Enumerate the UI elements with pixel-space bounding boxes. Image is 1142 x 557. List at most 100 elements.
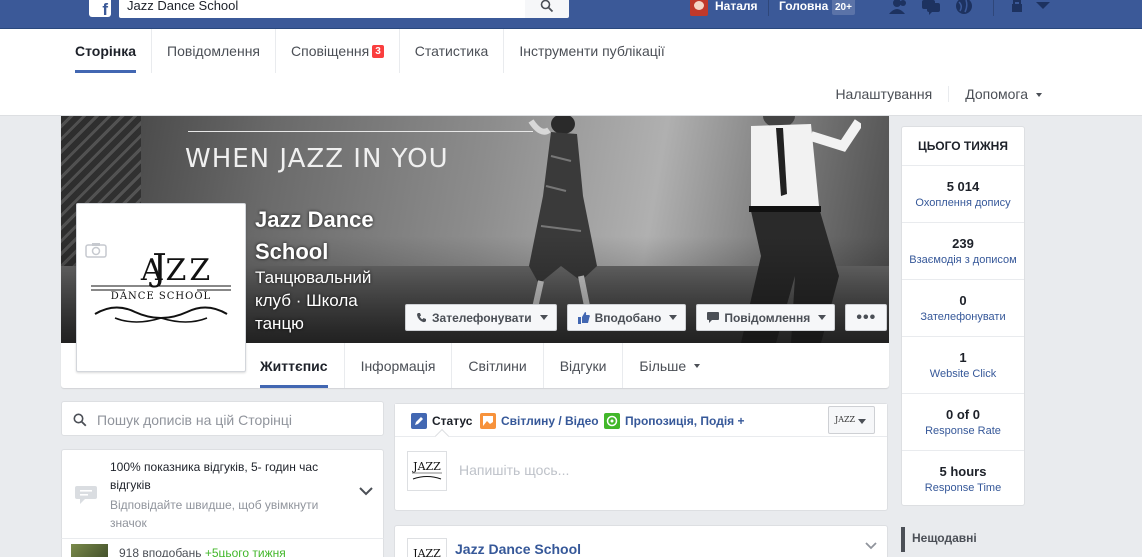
subtab-about[interactable]: Інформація xyxy=(345,343,453,388)
stat-post-engagement[interactable]: 239 Взаємодія з дописом xyxy=(902,223,1024,280)
search-placeholder: Пошук дописів на цій Сторінці xyxy=(97,412,293,428)
stat-response-time[interactable]: 5 hours Response Time xyxy=(902,451,1024,508)
tab-label: Повідомлення xyxy=(167,43,261,59)
offer-icon xyxy=(604,413,620,429)
search-icon xyxy=(73,413,87,427)
privacy-lock-icon[interactable] xyxy=(1009,0,1029,16)
page-nav-right: Налаштування Допомога xyxy=(819,73,1058,115)
tab-label: Сповіщення xyxy=(291,43,370,59)
post-as-selector[interactable]: JAZZ xyxy=(828,406,875,434)
thumbs-up-icon xyxy=(577,311,590,324)
liked-button[interactable]: Вподобано xyxy=(566,304,687,331)
tab-publishing-tools[interactable]: Інструменти публікації xyxy=(504,29,679,73)
status-label: Статус xyxy=(432,414,473,428)
caret-down-icon xyxy=(818,315,827,320)
call-button[interactable]: Зателефонувати xyxy=(405,304,557,331)
divider xyxy=(993,0,994,16)
tab-label: Статистика xyxy=(414,43,489,59)
jazz-mini-logo: JAZZ xyxy=(412,460,442,480)
photo-icon xyxy=(480,413,496,429)
stat-response-rate[interactable]: 0 of 0 Response Rate xyxy=(902,394,1024,451)
svg-text:JAZZ: JAZZ xyxy=(412,460,441,473)
pencil-icon xyxy=(411,413,427,429)
cover-slogan: WHEN JAZZ IN YOU xyxy=(185,144,449,174)
stat-post-reach[interactable]: 5 014 Охоплення допису xyxy=(902,166,1024,223)
help-label: Допомога xyxy=(965,86,1028,102)
svg-text:JAZZ: JAZZ xyxy=(412,547,441,557)
subtab-timeline[interactable]: Життєпис xyxy=(244,343,345,388)
search-input[interactable]: Jazz Dance School xyxy=(119,0,525,18)
message-label: Повідомлення xyxy=(724,310,811,325)
message-icon xyxy=(707,312,720,323)
composer-input[interactable]: Напишіть щось... xyxy=(459,462,569,478)
post-page-avatar[interactable]: JAZZ xyxy=(407,538,447,557)
tab-label: Сторінка xyxy=(75,43,137,59)
active-tab-pointer xyxy=(434,428,450,444)
composer-tab-status[interactable]: Статус xyxy=(411,413,472,429)
stat-value: 5 014 xyxy=(946,179,980,194)
divider xyxy=(768,0,769,16)
tab-page[interactable]: Сторінка xyxy=(60,29,153,73)
chevron-down-icon[interactable] xyxy=(865,542,877,550)
page-posts-search[interactable]: Пошук дописів на цій Сторінці xyxy=(61,401,384,436)
page-category[interactable]: Танцювальний клуб · Школа танцю xyxy=(255,266,395,335)
composer-tab-photo[interactable]: Світлину / Відео xyxy=(480,413,599,429)
call-label: Зателефонувати xyxy=(432,310,532,325)
more-label: Більше xyxy=(639,357,687,374)
friend-requests-icon[interactable] xyxy=(889,0,909,16)
page-avatar: JAZZ xyxy=(407,451,447,491)
tab-insights[interactable]: Статистика xyxy=(400,29,505,73)
help-menu[interactable]: Допомога xyxy=(948,86,1058,102)
post-author-link[interactable]: Jazz Dance School xyxy=(455,541,581,557)
search-button[interactable] xyxy=(525,0,569,18)
cover-action-buttons: Зателефонувати Вподобано Повідомлення ••… xyxy=(405,304,888,331)
stat-label: Website Click xyxy=(929,368,997,380)
subtab-photos[interactable]: Світлини xyxy=(452,343,544,388)
message-button[interactable]: Повідомлення xyxy=(696,304,836,331)
settings-link[interactable]: Налаштування xyxy=(819,86,948,102)
phone-icon xyxy=(417,313,426,323)
account-menu-icon[interactable] xyxy=(1033,0,1053,16)
notifications-globe-icon[interactable] xyxy=(954,0,974,16)
stats-title: ЦЬОГО ТИЖНЯ xyxy=(902,127,1024,166)
camera-icon[interactable] xyxy=(85,242,107,258)
chat-bubble-icon xyxy=(75,486,97,504)
likes-summary[interactable]: 918 вподобань +5цього тижня xyxy=(61,538,384,557)
messages-icon[interactable] xyxy=(921,0,941,16)
subtab-more[interactable]: Більше xyxy=(623,343,716,388)
composer-tabs: Статус Світлину / Відео Пропозиція, Поді… xyxy=(395,404,887,444)
mini-logo: JAZZ xyxy=(835,415,856,424)
home-link[interactable]: Головна xyxy=(779,0,828,12)
stat-label: Response Time xyxy=(924,482,1002,494)
chevron-down-icon[interactable] xyxy=(359,486,373,496)
stat-label: Зателефонувати xyxy=(920,311,1006,323)
admin-tabs: Сторінка Повідомлення Сповіщення 3 Статис… xyxy=(60,29,680,73)
response-hint-text: Відповідайте швидше, щоб увімкнути значо… xyxy=(110,498,319,530)
facebook-logo[interactable]: f xyxy=(89,0,111,17)
stat-value: 5 hours xyxy=(939,464,987,479)
liked-label: Вподобано xyxy=(594,310,662,325)
svg-text:DANCE SCHOOL: DANCE SCHOOL xyxy=(111,291,211,302)
profile-picture[interactable]: J AZZ DANCE SCHOOL xyxy=(76,203,246,372)
user-name-link[interactable]: Наталя xyxy=(715,0,758,12)
svg-text:AZZ: AZZ xyxy=(140,253,213,288)
page-title[interactable]: Jazz Dance School xyxy=(255,204,405,268)
more-options-button[interactable]: ••• xyxy=(845,304,888,331)
tab-notifications[interactable]: Сповіщення 3 xyxy=(276,29,400,73)
subtab-reviews[interactable]: Відгуки xyxy=(544,343,624,388)
response-rate-card[interactable]: 100% показника відгуків, 5- годин час ві… xyxy=(61,449,384,539)
post-composer: Статус Світлину / Відео Пропозиція, Поді… xyxy=(394,403,888,511)
user-avatar[interactable] xyxy=(690,0,708,16)
likes-week-delta: +5цього тижня xyxy=(204,546,286,557)
jazz-mini-logo: JAZZ xyxy=(412,547,441,557)
stat-website-click[interactable]: 1 Website Click xyxy=(902,337,1024,394)
recent-link[interactable]: Нещодавні xyxy=(901,527,1025,552)
page-header-card: WHEN JAZZ IN YOU Jazz Dance School Танцю… xyxy=(61,116,889,388)
response-rate-text: 100% показника відгуків, 5- годин час ві… xyxy=(110,460,319,492)
stat-calls[interactable]: 0 Зателефонувати xyxy=(902,280,1024,337)
weekly-stats-panel: ЦЬОГО ТИЖНЯ 5 014 Охоплення допису 239 Вза… xyxy=(901,126,1025,506)
offer-label: Пропозиція, Подія + xyxy=(625,414,745,428)
tab-label: Інструменти публікації xyxy=(519,43,665,59)
composer-tab-offer[interactable]: Пропозиція, Подія + xyxy=(604,413,745,429)
tab-messages[interactable]: Повідомлення xyxy=(152,29,277,73)
